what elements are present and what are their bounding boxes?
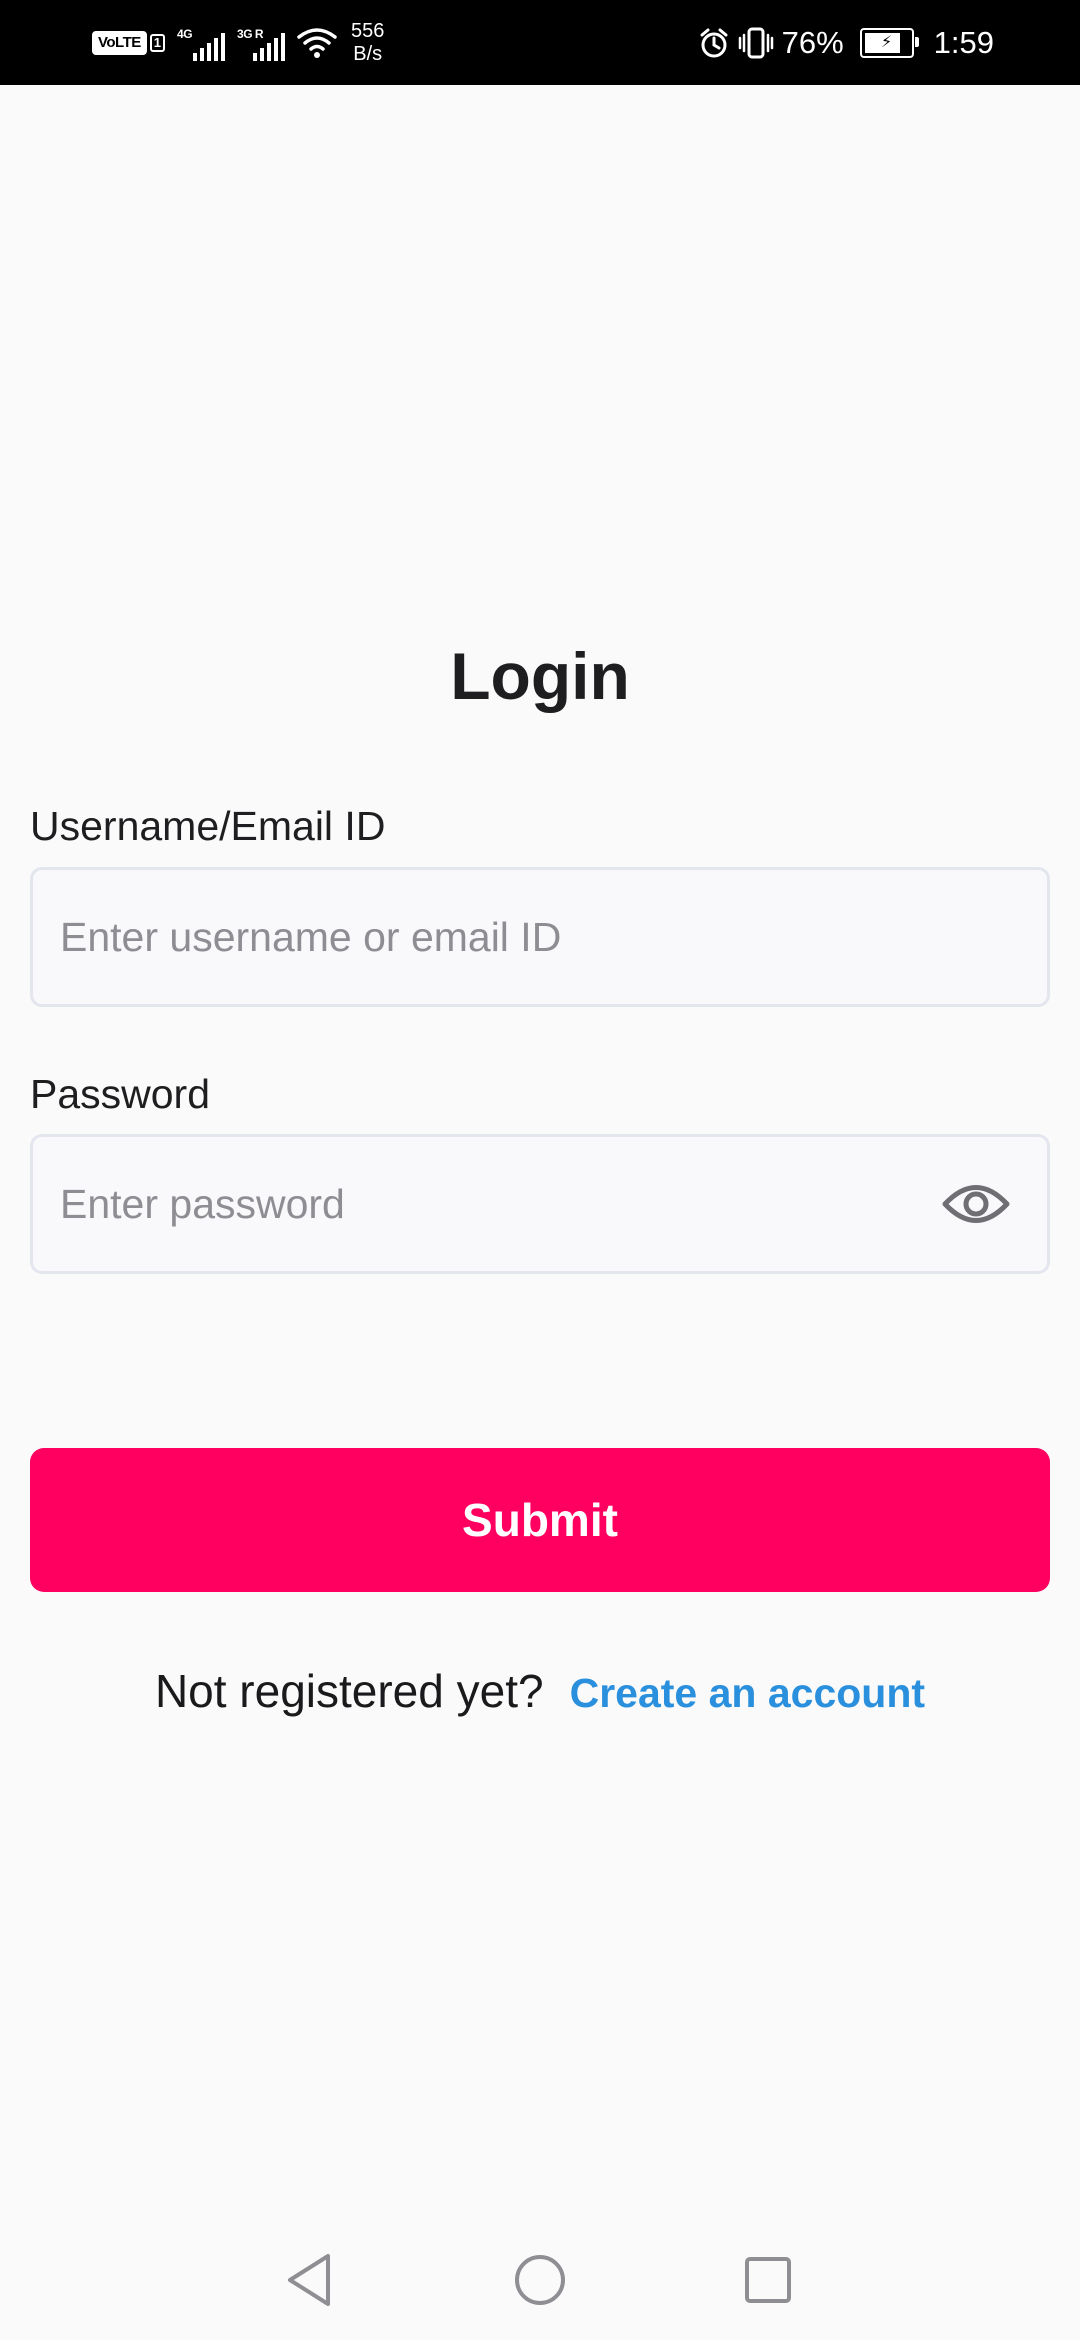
home-circle-icon [515, 2255, 565, 2305]
alarm-icon [698, 27, 730, 59]
battery-charging-icon: ⚡ [859, 28, 919, 58]
password-label: Password [30, 1071, 211, 1117]
page-title: Login [450, 639, 630, 713]
vibrate-icon [738, 26, 774, 60]
status-bar-left: VoLTE 1 4G 3G R 556 B/s [92, 18, 384, 68]
network-type-label: 3G R [237, 27, 264, 41]
submit-button[interactable]: Submit [30, 1448, 1050, 1592]
password-field[interactable] [30, 1134, 1050, 1274]
register-prompt: Not registered yet? [154, 1665, 544, 1717]
create-account-link[interactable]: Create an account [570, 1670, 925, 1717]
recents-button[interactable] [738, 2250, 798, 2310]
password-input[interactable] [33, 1137, 1047, 1271]
eye-icon [942, 1185, 1010, 1223]
status-bar: VoLTE 1 4G 3G R 556 B/s 76% ⚡ 1:59 [0, 0, 1080, 85]
wifi-icon [297, 27, 337, 59]
back-button[interactable] [280, 2250, 340, 2310]
network-speed-unit: B/s [353, 43, 383, 65]
username-input[interactable] [33, 870, 1047, 1004]
username-field[interactable] [30, 867, 1050, 1007]
system-navigation-bar [0, 2220, 1080, 2340]
volte-indicator: VoLTE 1 [92, 31, 166, 55]
sim-slot-badge: 1 [149, 34, 166, 52]
recents-square-icon [745, 2257, 791, 2303]
clock: 1:59 [933, 25, 994, 60]
network-speed-value: 556 [351, 20, 385, 42]
register-row: Not registered yet? Create an account [0, 1664, 1080, 1718]
signal-strength-sim1-icon: 4G [177, 25, 226, 61]
network-type-label: 4G [177, 27, 193, 41]
username-label: Username/Email ID [30, 803, 386, 849]
back-triangle-icon [288, 2254, 330, 2306]
status-bar-right: 76% ⚡ 1:59 [698, 18, 994, 68]
password-visibility-toggle[interactable] [941, 1179, 1011, 1229]
home-button[interactable] [510, 2250, 570, 2310]
signal-strength-sim2-icon: 3G R [237, 25, 286, 61]
battery-percent: 76% [781, 25, 844, 60]
volte-icon: VoLTE [92, 31, 147, 55]
network-speed: 556 B/s [351, 20, 384, 66]
